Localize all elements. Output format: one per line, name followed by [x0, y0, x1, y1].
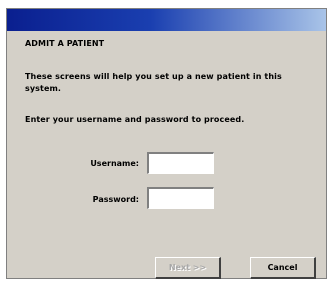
admit-patient-dialog: ADMIT A PATIENT These screens will help … — [6, 8, 327, 279]
username-label: Username: — [90, 159, 139, 168]
title-bar[interactable] — [7, 9, 326, 31]
intro-text: These screens will help you set up a new… — [25, 72, 282, 93]
instruction-text: Enter your username and password to proc… — [25, 115, 245, 124]
password-label: Password: — [92, 195, 139, 204]
cancel-button[interactable]: Cancel — [250, 257, 316, 279]
next-button[interactable]: Next >> — [155, 257, 221, 279]
username-field[interactable] — [147, 152, 214, 174]
dialog-heading: ADMIT A PATIENT — [25, 39, 105, 48]
password-field[interactable] — [147, 187, 214, 209]
